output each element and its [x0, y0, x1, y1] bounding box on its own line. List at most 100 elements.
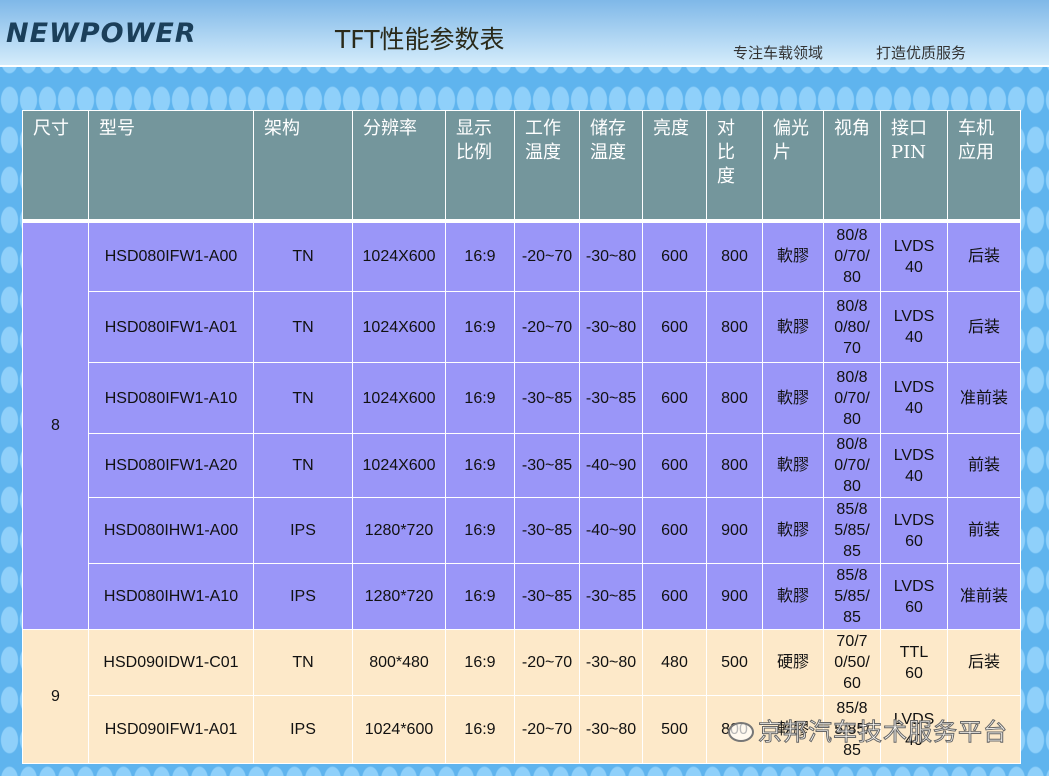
- table-cell: 800: [706, 220, 763, 292]
- table-cell: 16:9: [445, 695, 515, 764]
- table-cell: -20~70: [514, 695, 580, 764]
- table-cell: 900: [706, 563, 763, 630]
- table-cell: -30~80: [579, 695, 643, 764]
- table-cell: 600: [642, 563, 707, 630]
- table-cell: -20~70: [514, 291, 580, 363]
- table-cell: IPS: [253, 497, 353, 564]
- table-cell: LVDS 40: [880, 220, 948, 292]
- size-cell: 8: [22, 220, 89, 630]
- table-cell: TN: [253, 291, 353, 363]
- column-header: 分辨率: [352, 110, 446, 223]
- table-cell: -30~85: [579, 362, 643, 434]
- table-cell: -30~85: [514, 497, 580, 564]
- table-row: HSD080IFW1-A20 TN 1024X600 16:9 -30~85 -40~90…: [23, 433, 1021, 498]
- table-row: HSD080IFW1-A01 TN 1024X600 16:9 -20~70 -30~80…: [23, 291, 1021, 363]
- table-cell: 1024X600: [352, 362, 446, 434]
- column-header: 偏光片: [762, 110, 824, 223]
- size-cell: 9: [22, 629, 89, 764]
- table-cell: IPS: [253, 695, 353, 764]
- table-cell: -30~85: [579, 563, 643, 630]
- table-cell: -30~80: [579, 291, 643, 363]
- table-cell: 500: [642, 695, 707, 764]
- table-cell: TN: [253, 220, 353, 292]
- table-cell: 480: [642, 629, 707, 696]
- wechat-icon: [728, 722, 754, 742]
- table-cell: TN: [253, 629, 353, 696]
- table-cell: TN: [253, 433, 353, 498]
- table-cell: HSD080IFW1-A10: [88, 362, 254, 434]
- newpower-logo: NEWPOWER: [6, 18, 197, 49]
- table-cell: HSD080IFW1-A01: [88, 291, 254, 363]
- tft-spec-table: 尺寸 型号 架构 分辨率 显示比例 工作温度 储存温度 亮度 对比度 偏光片 视角 接口PIN 车机应用…: [22, 110, 1021, 764]
- banner: NEWPOWER TFT性能参数表 专注车载领域 打造优质服务: [0, 0, 1049, 67]
- table-cell: 軟膠: [762, 220, 824, 292]
- table-cell: LVDS 60: [880, 497, 948, 564]
- viewing-angle-cell: 85/85/85/85: [823, 497, 881, 564]
- viewing-angle-cell: 70/70/50/60: [823, 629, 881, 696]
- table-cell: -20~70: [514, 220, 580, 292]
- table-cell: 800: [706, 291, 763, 363]
- table-cell: HSD080IFW1-A00: [88, 220, 254, 292]
- table-cell: 硬膠: [762, 629, 824, 696]
- table-cell: 1024*600: [352, 695, 446, 764]
- table-cell: LVDS 40: [880, 433, 948, 498]
- column-header: 车机应用: [947, 110, 1021, 223]
- table-cell: 軟膠: [762, 362, 824, 434]
- table-cell: TN: [253, 362, 353, 434]
- table-cell: 800: [706, 362, 763, 434]
- slogan-1: 专注车载领域: [733, 44, 824, 62]
- table-cell: 后装: [947, 291, 1021, 363]
- table-cell: 准前装: [947, 563, 1021, 630]
- table-cell: 1280*720: [352, 497, 446, 564]
- table-cell: 前装: [947, 433, 1021, 498]
- table-cell: 600: [642, 433, 707, 498]
- page-title: TFT性能参数表: [335, 25, 505, 54]
- table-row: HSD080IFW1-A10 TN 1024X600 16:9 -30~85 -30~85…: [23, 362, 1021, 434]
- table-cell: 600: [642, 291, 707, 363]
- table-cell: 1024X600: [352, 291, 446, 363]
- table-cell: HSD090IDW1-C01: [88, 629, 254, 696]
- table-cell: 后装: [947, 220, 1021, 292]
- table-cell: TTL 60: [880, 629, 948, 696]
- table-cell: IPS: [253, 563, 353, 630]
- table-cell: HSD080IHW1-A10: [88, 563, 254, 630]
- table-cell: HSD080IHW1-A00: [88, 497, 254, 564]
- table-cell: 16:9: [445, 629, 515, 696]
- table-cell: 600: [642, 220, 707, 292]
- column-header: 显示比例: [445, 110, 515, 223]
- table-cell: 軟膠: [762, 433, 824, 498]
- table-row: HSD080IHW1-A00 IPS 1280*720 16:9 -30~85 -40~9…: [23, 497, 1021, 564]
- table-cell: -40~90: [579, 433, 643, 498]
- table-cell: 900: [706, 497, 763, 564]
- table-cell: 1024X600: [352, 220, 446, 292]
- table-cell: 軟膠: [762, 291, 824, 363]
- table-cell: 16:9: [445, 220, 515, 292]
- table-cell: 后装: [947, 629, 1021, 696]
- table-cell: -30~85: [514, 362, 580, 434]
- table-cell: 16:9: [445, 433, 515, 498]
- table-cell: HSD090IFW1-A01: [88, 695, 254, 764]
- column-header: 尺寸: [22, 110, 89, 223]
- table-cell: 軟膠: [762, 497, 824, 564]
- viewing-angle-cell: 80/80/70/80: [823, 433, 881, 498]
- watermark: 京邦汽车技术服务平台: [758, 718, 1008, 747]
- viewing-angle-cell: 80/80/80/70: [823, 291, 881, 363]
- table-cell: 500: [706, 629, 763, 696]
- table-cell: -20~70: [514, 629, 580, 696]
- table-cell: 軟膠: [762, 563, 824, 630]
- table-cell: 16:9: [445, 497, 515, 564]
- table-cell: 16:9: [445, 362, 515, 434]
- table-row: 9 HSD090IDW1-C01 TN 800*480 16:9 -20~70 -30~80…: [22, 629, 1021, 764]
- column-header: 对比度: [706, 110, 763, 223]
- column-header: 亮度: [642, 110, 707, 223]
- table-cell: 1280*720: [352, 563, 446, 630]
- table-cell: -30~85: [514, 563, 580, 630]
- table-cell: LVDS 60: [880, 563, 948, 630]
- table-cell: -30~80: [579, 220, 643, 292]
- table-cell: -40~90: [579, 497, 643, 564]
- table-cell: 1024X600: [352, 433, 446, 498]
- table-cell: 16:9: [445, 563, 515, 630]
- table-cell: 800: [706, 433, 763, 498]
- column-header: 视角: [823, 110, 881, 223]
- column-header: 工作温度: [514, 110, 580, 223]
